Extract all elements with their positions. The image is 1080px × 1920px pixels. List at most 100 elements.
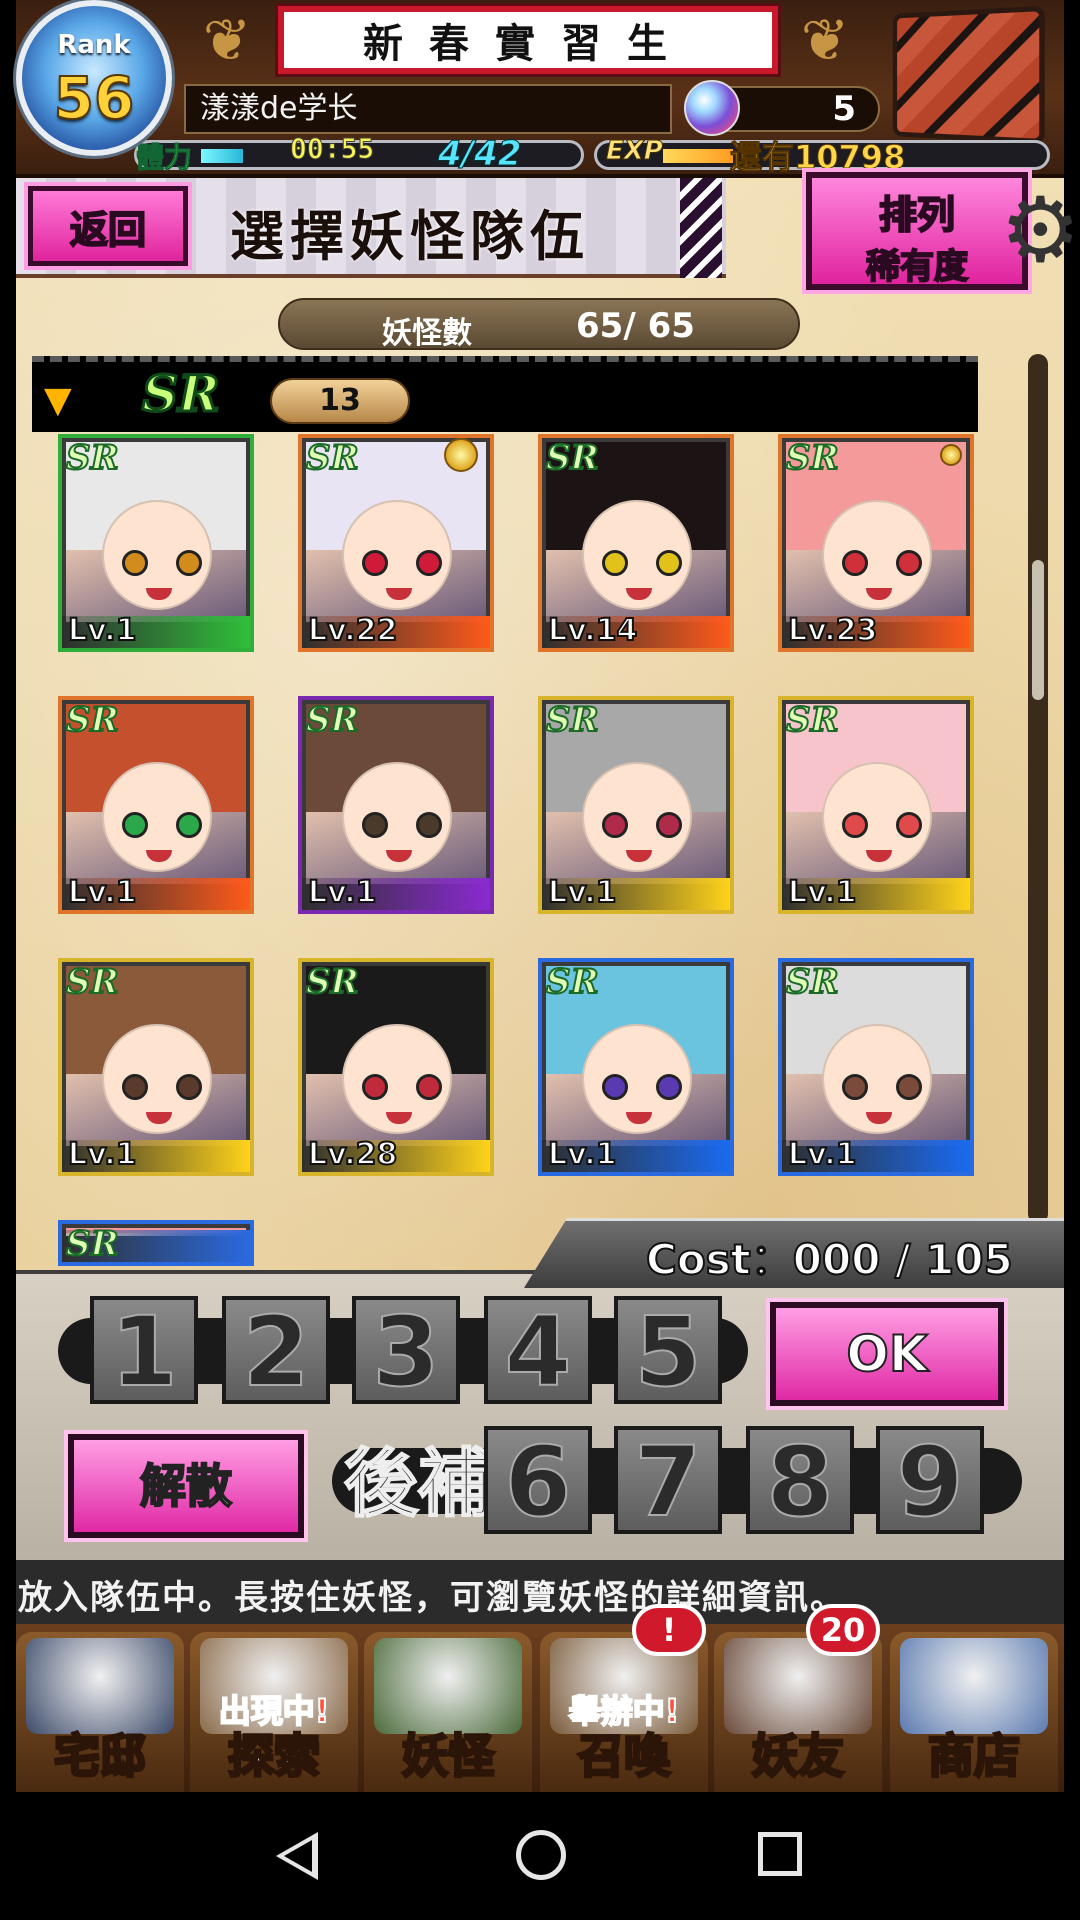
rank-badge[interactable]: Rank 56 (16, 0, 172, 156)
group-count: 13 (270, 378, 410, 424)
stamina-fill (201, 149, 243, 163)
exp-fill (663, 149, 734, 163)
monster-eye (176, 1074, 202, 1100)
monster-eye (602, 812, 628, 838)
chest-icon[interactable] (892, 5, 1045, 145)
rarity-group-header[interactable]: ▼ SR 13 (32, 356, 978, 432)
monster-card[interactable]: Lv.1 SR (298, 696, 494, 914)
stamina-timer: 00:55 (289, 132, 375, 166)
team-slot-3[interactable]: 3 (352, 1296, 460, 1405)
monster-count-bar: 妖怪數 65/ 65 (278, 298, 800, 351)
team-slot-2[interactable]: 2 (222, 1296, 330, 1405)
monster-level: Lv.1 (307, 874, 377, 910)
monster-card[interactable]: Lv.22 SR (298, 434, 494, 652)
sort-button-label: 排列 (878, 192, 956, 238)
monster-level: Lv.14 (547, 612, 638, 648)
reserve-slot-7[interactable]: 7 (614, 1426, 722, 1535)
monster-level: Lv.22 (307, 612, 398, 648)
nav-item[interactable]: 宅邸 (16, 1632, 184, 1792)
nav-item[interactable]: 舉辦中! 召喚 (540, 1632, 708, 1792)
team-slot-5[interactable]: 5 (614, 1296, 722, 1405)
monster-level: Lv.1 (67, 612, 137, 648)
medal-icon (940, 444, 962, 466)
collapse-triangle-icon[interactable]: ▼ (44, 380, 72, 421)
monster-eye (602, 1074, 628, 1100)
monster-card[interactable]: Lv.23 SR (778, 434, 974, 652)
home-circle-icon[interactable] (516, 1830, 566, 1880)
monster-eye (842, 550, 868, 576)
back-button[interactable]: 返回 (28, 186, 188, 266)
rarity-badge: SR (65, 700, 120, 741)
monster-eye (176, 812, 202, 838)
nav-item[interactable]: 出現中! 探索 (190, 1632, 358, 1792)
monster-eye (656, 1074, 682, 1100)
monster-eye (122, 1074, 148, 1100)
recents-square-icon[interactable] (758, 1832, 802, 1876)
rarity-badge: SR (65, 962, 120, 1003)
reserve-label: 後補 (343, 1440, 493, 1528)
monster-card[interactable]: Lv.1 SR (538, 958, 734, 1176)
nav-label: 妖怪 (401, 1728, 496, 1785)
monster-eye (362, 812, 388, 838)
monster-eye (416, 812, 442, 838)
nav-item[interactable]: 妖友 (714, 1632, 882, 1792)
nav-label: 宅邸 (53, 1728, 148, 1785)
nav-label: 商店 (927, 1728, 1022, 1785)
monster-card[interactable]: SR (58, 1220, 254, 1266)
hint-strip: 放入隊伍中。長按住妖怪，可瀏覽妖怪的詳細資訊。 (16, 1560, 1064, 1624)
monster-card[interactable]: Lv.28 SR (298, 958, 494, 1176)
monster-level: Lv.1 (67, 1136, 137, 1172)
player-title: 新春實習生 (278, 6, 778, 74)
rarity-badge: SR (545, 700, 600, 741)
monster-card[interactable]: Lv.1 SR (778, 696, 974, 914)
monster-eye (842, 812, 868, 838)
rank-value: 56 (53, 63, 136, 133)
disband-button[interactable]: 解散 (68, 1434, 304, 1538)
ok-button[interactable]: OK (770, 1302, 1004, 1406)
nav-item[interactable]: 商店 (890, 1632, 1058, 1792)
back-triangle-icon[interactable] (276, 1832, 318, 1880)
rarity-badge: SR (785, 438, 840, 479)
team-slot-4[interactable]: 4 (484, 1296, 592, 1405)
rank-label: Rank (57, 30, 131, 60)
scroll-ornament-icon: ❦ (800, 6, 850, 74)
nav-item[interactable]: 妖怪 (364, 1632, 532, 1792)
reserve-slot-9[interactable]: 9 (876, 1426, 984, 1535)
monster-level: Lv.1 (787, 1136, 857, 1172)
monster-eye (416, 1074, 442, 1100)
reserve-slot-8[interactable]: 8 (746, 1426, 854, 1535)
scrollbar-track[interactable] (1028, 354, 1048, 1224)
monster-eye (842, 1074, 868, 1100)
team-slot-1[interactable]: 1 (90, 1296, 198, 1405)
sort-button[interactable]: 排列 稀有度 (806, 172, 1028, 290)
nav-label: 召喚 (577, 1728, 672, 1785)
reserve-slot-6[interactable]: 6 (484, 1426, 592, 1535)
monster-level: Lv.1 (67, 874, 137, 910)
monster-card[interactable]: Lv.1 SR (538, 696, 734, 914)
monster-eye (896, 1074, 922, 1100)
team-cost: Cost：000 / 105 (645, 1234, 1014, 1285)
monster-level: Lv.28 (307, 1136, 398, 1172)
monster-level: Lv.1 (547, 874, 617, 910)
stamina-label: 體力 (135, 141, 193, 175)
monster-eye (176, 550, 202, 576)
notification-badge: 20 (806, 1604, 880, 1656)
rarity-badge: SR (65, 438, 120, 479)
monster-card[interactable]: Lv.1 SR (58, 696, 254, 914)
monster-eye (122, 812, 148, 838)
monster-card[interactable]: Lv.14 SR (538, 434, 734, 652)
monster-eye (602, 550, 628, 576)
hint-text: 放入隊伍中。長按住妖怪，可瀏覽妖怪的詳細資訊。 (18, 1578, 846, 1618)
monster-level: Lv.1 (547, 1136, 617, 1172)
rarity-badge: SR (305, 962, 360, 1003)
rarity-badge: SR (785, 962, 840, 1003)
rarity-badge: SR (65, 1224, 120, 1264)
monster-level: Lv.1 (787, 874, 857, 910)
monster-eye (122, 550, 148, 576)
monster-card[interactable]: Lv.1 SR (778, 958, 974, 1176)
monster-card[interactable]: Lv.1 SR (58, 434, 254, 652)
scrollbar-thumb[interactable] (1032, 560, 1044, 700)
monster-card[interactable]: Lv.1 SR (58, 958, 254, 1176)
system-nav-bar (0, 1792, 1080, 1920)
monster-level: Lv.23 (787, 612, 878, 648)
